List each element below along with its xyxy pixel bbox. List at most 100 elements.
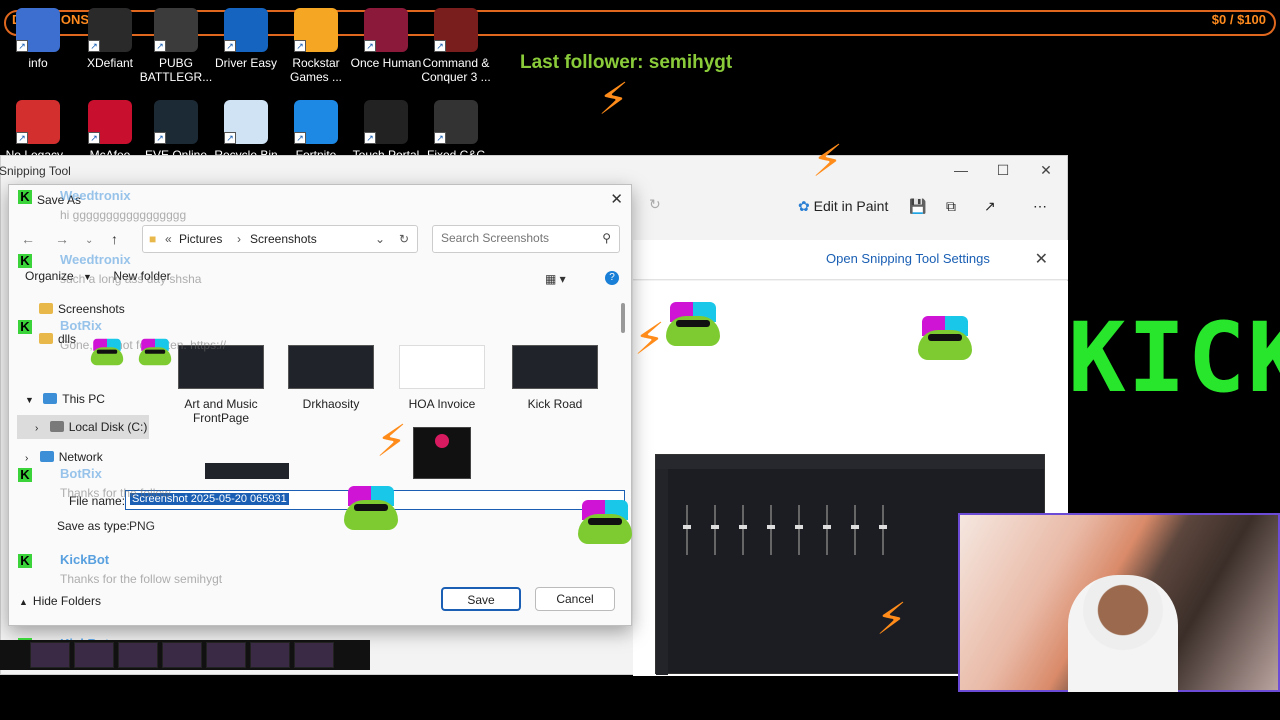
desktop-icon[interactable]: ↗ Driver Easy: [208, 8, 284, 70]
desktop-icon[interactable]: ↗EVE Online: [138, 100, 214, 162]
file-thumbnail[interactable]: [205, 463, 289, 479]
file-item[interactable]: Art and Music FrontPage: [171, 345, 271, 425]
frog-emote: [90, 338, 124, 366]
forward-arrow-icon[interactable]: →: [55, 231, 69, 247]
file-item[interactable]: HOA Invoice: [392, 345, 492, 411]
thumbnail: [250, 642, 290, 668]
breadcrumb-screenshots[interactable]: Screenshots: [250, 232, 317, 246]
breadcrumb-pictures[interactable]: Pictures: [179, 232, 222, 246]
search-input[interactable]: [441, 231, 591, 245]
shortcut-arrow-icon: ↗: [88, 132, 100, 144]
search-icon: ⚲: [602, 231, 611, 245]
nav-item-label: Local Disk (C:): [68, 420, 148, 434]
edit-in-paint-button[interactable]: ✿ Edit in Paint: [798, 198, 888, 215]
shortcut-arrow-icon: ↗: [224, 40, 236, 52]
thumbnail: [162, 642, 202, 668]
frog-emote: [138, 338, 172, 366]
mixer-fader: [879, 505, 887, 555]
close-banner-icon[interactable]: ✕: [1035, 249, 1048, 269]
desktop-icon[interactable]: ↗ Once Human: [348, 8, 424, 70]
kick-badge-icon: K: [18, 190, 32, 204]
desktop-icon[interactable]: ↗Touch Portal: [348, 100, 424, 162]
file-item[interactable]: Kick Road: [505, 345, 605, 411]
shortcut-arrow-icon: ↗: [364, 132, 376, 144]
desktop-icon[interactable]: ↗Fortnite: [278, 100, 354, 162]
close-dialog-icon[interactable]: ✕: [610, 190, 623, 208]
edit-in-paint-label: Edit in Paint: [813, 198, 889, 214]
thumbnail: [294, 642, 334, 668]
recent-chevron-icon[interactable]: ⌄: [85, 235, 93, 246]
webcam-feed: [958, 513, 1280, 692]
desktop-icon[interactable]: ↗ info: [0, 8, 76, 70]
desktop-icon-label: XDefiant: [86, 56, 134, 70]
file-thumbnail[interactable]: [413, 427, 471, 479]
nav-item-local-disk[interactable]: › Local Disk (C:): [17, 415, 149, 439]
kick-badge-icon: K: [18, 554, 32, 568]
file-label: Art and Music FrontPage: [184, 397, 258, 425]
address-bar[interactable]: ■ « Pictures › Screenshots ⌄ ↻: [142, 225, 418, 253]
lightning-bolt-icon: ⚡: [812, 136, 843, 187]
more-options-icon[interactable]: ⋯: [1033, 198, 1047, 215]
app-icon: ↗: [88, 8, 132, 52]
chat-text: Thanks for the follow semihygt: [60, 572, 223, 586]
share-icon[interactable]: ↗: [984, 198, 996, 215]
desktop-icon[interactable]: ↗ Command & Conquer 3 ...: [418, 8, 494, 84]
desktop-icon[interactable]: ↗Recycle Bin: [208, 100, 284, 162]
desktop-icon[interactable]: ↗ XDefiant: [72, 8, 148, 70]
app-icon: ↗: [16, 100, 60, 144]
copy-icon[interactable]: ⧉: [946, 198, 956, 215]
frog-emote: [666, 302, 720, 346]
breadcrumb-overflow: «: [165, 232, 172, 246]
expanded-chevron-icon: ▼: [25, 395, 34, 405]
hide-folders-toggle[interactable]: ▲ Hide Folders: [19, 594, 101, 608]
shortcut-arrow-icon: ↗: [154, 132, 166, 144]
maximize-icon[interactable]: ☐: [983, 162, 1023, 179]
shortcut-arrow-icon: ↗: [294, 40, 306, 52]
refresh-icon[interactable]: ↻: [399, 232, 409, 246]
mixer-fader: [711, 505, 719, 555]
app-icon: ↗: [364, 100, 408, 144]
kick-badge-icon: K: [18, 254, 32, 268]
minimize-icon[interactable]: —: [941, 162, 981, 178]
back-arrow-icon[interactable]: ←: [21, 231, 35, 247]
help-icon[interactable]: ?: [605, 271, 619, 285]
view-icon[interactable]: ▦ ▾: [545, 272, 566, 286]
cancel-button[interactable]: Cancel: [535, 587, 615, 611]
desktop-icon-label: Rockstar Games ...: [289, 56, 342, 84]
file-thumbnail: [399, 345, 485, 389]
save-icon[interactable]: 💾: [909, 198, 926, 215]
file-list-scrollbar[interactable]: [621, 303, 625, 333]
frog-emote: [578, 500, 632, 544]
save-button[interactable]: Save: [441, 587, 521, 611]
shortcut-arrow-icon: ↗: [434, 132, 446, 144]
collapsed-chevron-icon: ›: [35, 423, 39, 434]
stream-thumbnail-strip: [0, 640, 370, 670]
chat-username: Weedtronix: [60, 188, 131, 203]
desktop-icon[interactable]: ↗ PUBG BATTLEGR...: [138, 8, 214, 84]
chat-username: Weedtronix: [60, 252, 131, 267]
thumbnail: [118, 642, 158, 668]
kick-badge-icon: K: [18, 468, 32, 482]
desktop-icon[interactable]: ↗Fixed C&C: [418, 100, 494, 162]
close-window-icon[interactable]: ✕: [1026, 162, 1066, 179]
mixer-fader: [795, 505, 803, 555]
avatar: [435, 434, 449, 448]
mixer-fader: [767, 505, 775, 555]
address-dropdown-icon[interactable]: ⌄: [375, 232, 385, 246]
file-item[interactable]: Drkhaosity: [281, 345, 381, 411]
shortcut-arrow-icon: ↗: [16, 40, 28, 52]
shortcut-arrow-icon: ↗: [16, 132, 28, 144]
paint-icon: ✿: [798, 198, 810, 214]
search-box[interactable]: ⚲: [432, 225, 620, 253]
open-settings-link[interactable]: Open Snipping Tool Settings: [826, 251, 990, 266]
shortcut-arrow-icon: ↗: [434, 40, 446, 52]
shortcut-arrow-icon: ↗: [224, 132, 236, 144]
up-arrow-icon[interactable]: ↑: [111, 231, 118, 247]
desktop-icon-label: Driver Easy: [214, 56, 277, 70]
desktop-icon[interactable]: ↗ Rockstar Games ...: [278, 8, 354, 84]
save-as-type-value: PNG: [129, 519, 156, 533]
nav-item-this-pc[interactable]: ▼ This PC: [17, 387, 149, 411]
desktop-icon[interactable]: ↗McAfee: [72, 100, 148, 162]
file-thumbnail: [512, 345, 598, 389]
frog-emote: [918, 316, 972, 360]
